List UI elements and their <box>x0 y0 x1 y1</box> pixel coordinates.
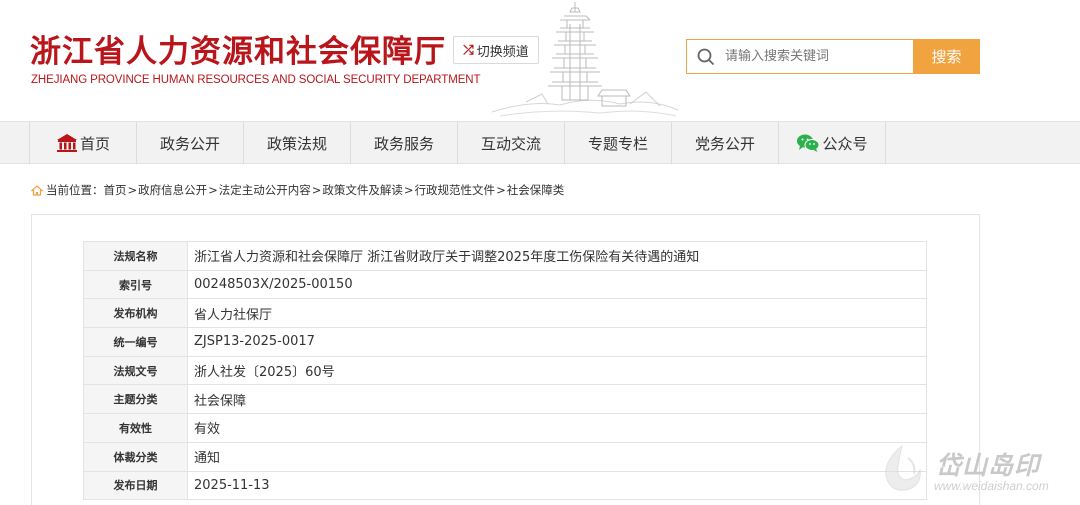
breadcrumb-prefix: 当前位置： <box>46 183 104 197</box>
document-info-table: 法规名称 浙江省人力资源和社会保障厅 浙江省财政厅关于调整2025年度工伤保险有… <box>83 241 927 501</box>
info-value: 社会保障 <box>187 384 927 415</box>
shuffle-icon: ⤮ <box>463 42 474 58</box>
info-key: 法规名称 <box>83 241 188 271</box>
nav-label-wechat: 公众号 <box>822 134 868 153</box>
breadcrumb-separator: > <box>403 183 414 197</box>
breadcrumb-separator: > <box>127 183 138 197</box>
search-field[interactable] <box>686 39 914 74</box>
table-row: 法规名称 浙江省人力资源和社会保障厅 浙江省财政厅关于调整2025年度工伤保险有… <box>83 241 927 271</box>
nav-item-gov-affairs[interactable]: 政务公开 <box>137 122 244 164</box>
location-home-icon <box>31 184 43 196</box>
home-icon <box>56 134 77 152</box>
table-row: 法规文号 浙人社发〔2025〕60号 <box>83 355 927 386</box>
info-key: 法规文号 <box>83 355 188 386</box>
table-row: 有效性 有效 <box>83 413 927 443</box>
site-logo-title[interactable]: 浙江省人力资源和社会保障厅 <box>30 26 446 71</box>
breadcrumb-item[interactable]: 政策文件及解读 <box>322 182 403 198</box>
breadcrumb-separator: > <box>496 183 506 197</box>
watermark-url: www.weidaishan.com <box>934 479 1049 493</box>
info-key: 发布机构 <box>83 298 188 329</box>
info-value: ZJSP13-2025-0017 <box>187 327 927 357</box>
breadcrumb-item[interactable]: 法定主动公开内容 <box>219 182 311 198</box>
search-input[interactable] <box>725 49 905 64</box>
info-value: 通知 <box>187 441 927 472</box>
nav-item-home[interactable]: 首页 <box>30 122 137 164</box>
search-button[interactable]: 搜索 <box>913 39 980 74</box>
table-row: 发布机构 省人力社保厅 <box>83 298 927 329</box>
table-row: 主题分类 社会保障 <box>83 384 927 415</box>
info-key: 索引号 <box>83 269 188 300</box>
nav-item-wechat[interactable]: 公众号 <box>779 122 886 164</box>
info-key: 统一编号 <box>83 327 188 357</box>
table-row: 索引号 00248503X/2025-00150 <box>83 269 927 300</box>
info-value: 有效 <box>187 413 927 443</box>
breadcrumb: 当前位置： 首页 > 政府信息公开 > 法定主动公开内容 > 政策文件及解读 >… <box>31 182 564 198</box>
nav-item-policies[interactable]: 政策法规 <box>244 122 351 164</box>
pagoda-illustration <box>491 2 679 117</box>
info-value: 2025-11-13 <box>187 470 927 501</box>
watermark-text: 岱山岛印 <box>936 451 1041 480</box>
search-icon <box>687 40 725 73</box>
info-key: 有效性 <box>83 413 188 443</box>
table-row: 体裁分类 通知 <box>83 441 927 472</box>
main-nav: 首页 政务公开 政策法规 政务服务 互动交流 专题专栏 党务公开 公众号 <box>0 121 1080 164</box>
site-logo-subtitle: ZHEJIANG PROVINCE HUMAN RESOURCES AND SO… <box>31 74 481 86</box>
nav-label-home: 首页 <box>79 134 110 153</box>
nav-item-interaction[interactable]: 互动交流 <box>458 122 565 164</box>
breadcrumb-item[interactable]: 首页 <box>104 182 127 198</box>
info-key: 主题分类 <box>83 384 188 415</box>
info-value: 浙人社发〔2025〕60号 <box>187 355 927 386</box>
breadcrumb-separator: > <box>208 183 218 197</box>
info-key: 发布日期 <box>83 470 188 501</box>
info-value: 00248503X/2025-00150 <box>187 269 927 300</box>
breadcrumb-item[interactable]: 行政规范性文件 <box>415 182 496 198</box>
nav-item-services[interactable]: 政务服务 <box>351 122 458 164</box>
info-value: 省人力社保厅 <box>187 298 927 329</box>
site-header: 浙江省人力资源和社会保障厅 ZHEJIANG PROVINCE HUMAN RE… <box>0 0 1080 121</box>
breadcrumb-separator: > <box>311 183 322 197</box>
nav-item-topics[interactable]: 专题专栏 <box>565 122 672 164</box>
info-value: 浙江省人力资源和社会保障厅 浙江省财政厅关于调整2025年度工伤保险有关待遇的通… <box>187 241 927 271</box>
wechat-icon <box>797 134 820 152</box>
breadcrumb-item[interactable]: 政府信息公开 <box>138 182 207 198</box>
nav-item-party-affairs[interactable]: 党务公开 <box>672 122 779 164</box>
table-row: 统一编号 ZJSP13-2025-0017 <box>83 327 927 357</box>
info-key: 体裁分类 <box>83 441 188 472</box>
breadcrumb-item-current[interactable]: 社会保障类 <box>507 182 565 198</box>
table-row: 发布日期 2025-11-13 <box>83 470 927 501</box>
